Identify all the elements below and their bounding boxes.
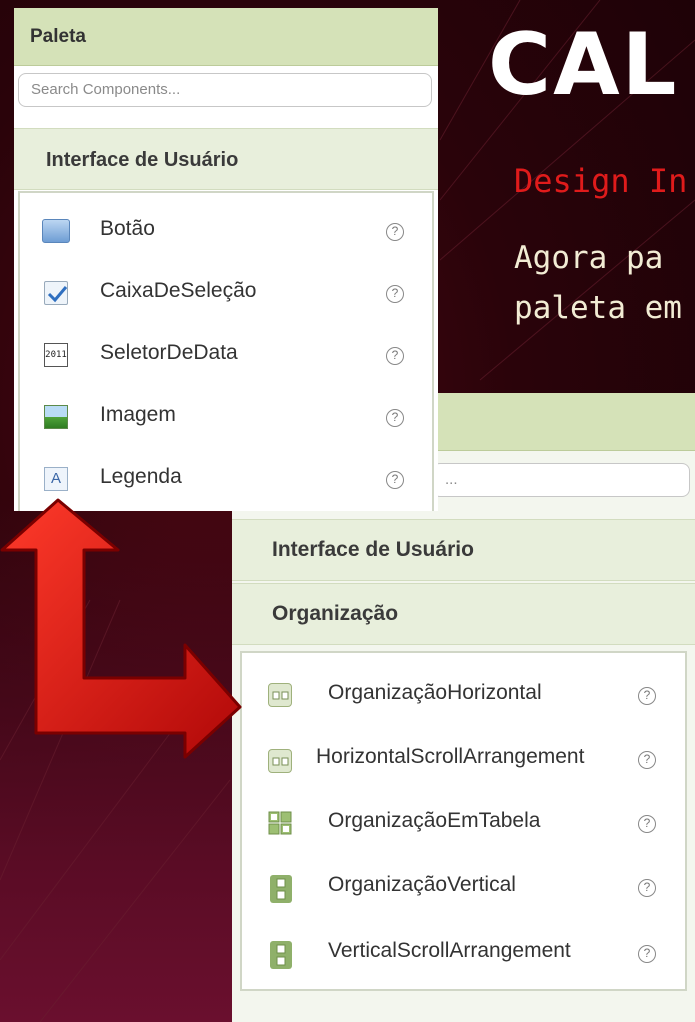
user-interface-component-list: Botão ? CaixaDeSeleção ? 2011 SeletorDeD… (18, 191, 434, 511)
vertical-arrangement-icon (270, 875, 292, 903)
table-arrangement-icon (268, 811, 292, 835)
component-label: VerticalScrollArrangement (328, 939, 571, 962)
palette-header: Paleta (14, 8, 438, 66)
help-icon[interactable]: ? (638, 815, 656, 833)
slide-subtitle: Design In (514, 162, 688, 200)
palette-panel-user-interface: Paleta Search Components... Interface de… (14, 8, 438, 511)
component-item-table-arrangement[interactable]: OrganizaçãoEmTabela ? (242, 793, 685, 855)
help-icon[interactable]: ? (386, 471, 404, 489)
palette-title: Paleta (30, 26, 86, 47)
search-input[interactable]: Search Components... (18, 73, 432, 107)
slide-title: CAL (488, 15, 679, 115)
image-icon (44, 405, 68, 429)
help-icon[interactable]: ? (386, 285, 404, 303)
component-label: HorizontalScrollArrangement (316, 745, 585, 768)
checkbox-icon (44, 281, 68, 305)
category-user-interface[interactable]: Interface de Usuário (14, 128, 438, 190)
component-label: OrganizaçãoVertical (328, 873, 516, 896)
component-label: OrganizaçãoHorizontal (328, 681, 542, 704)
help-icon[interactable]: ? (386, 223, 404, 241)
component-label: CaixaDeSeleção (100, 279, 257, 302)
horizontal-scroll-arrangement-icon (268, 749, 292, 773)
help-icon[interactable]: ? (638, 751, 656, 769)
slide-body-line-2: paleta em (514, 290, 682, 326)
component-item-horizontal-arrangement[interactable]: OrganizaçãoHorizontal ? (242, 663, 685, 725)
connector-arrow-icon (0, 498, 242, 759)
component-item-image[interactable]: Imagem ? (20, 385, 432, 447)
component-item-horizontal-scroll-arrangement[interactable]: HorizontalScrollArrangement ? (242, 727, 685, 789)
label-icon: A (44, 467, 68, 491)
help-icon[interactable]: ? (386, 409, 404, 427)
help-icon[interactable]: ? (638, 879, 656, 897)
component-item-date-picker[interactable]: 2011 SeletorDeData ? (20, 323, 432, 385)
help-icon[interactable]: ? (638, 945, 656, 963)
component-item-vertical-scroll-arrangement[interactable]: VerticalScrollArrangement ? (242, 923, 685, 985)
date-picker-icon: 2011 (44, 343, 68, 367)
component-item-button[interactable]: Botão ? (20, 199, 432, 261)
component-label: SeletorDeData (100, 341, 238, 364)
category-organization[interactable]: Organização (232, 583, 695, 645)
component-label: OrganizaçãoEmTabela (328, 809, 541, 832)
help-icon[interactable]: ? (638, 687, 656, 705)
help-icon[interactable]: ? (386, 347, 404, 365)
slide-body-line-1: Agora pa (514, 240, 664, 276)
vertical-scroll-arrangement-icon (270, 941, 292, 969)
search-input[interactable]: ... (432, 463, 690, 497)
component-item-vertical-arrangement[interactable]: OrganizaçãoVertical ? (242, 857, 685, 919)
button-icon (42, 219, 70, 243)
category-user-interface[interactable]: Interface de Usuário (232, 519, 695, 581)
organization-component-list: OrganizaçãoHorizontal ? HorizontalScroll… (240, 651, 687, 991)
component-item-checkbox[interactable]: CaixaDeSeleção ? (20, 261, 432, 323)
component-label: Legenda (100, 465, 182, 488)
horizontal-arrangement-icon (268, 683, 292, 707)
component-label: Botão (100, 217, 155, 240)
component-label: Imagem (100, 403, 176, 426)
